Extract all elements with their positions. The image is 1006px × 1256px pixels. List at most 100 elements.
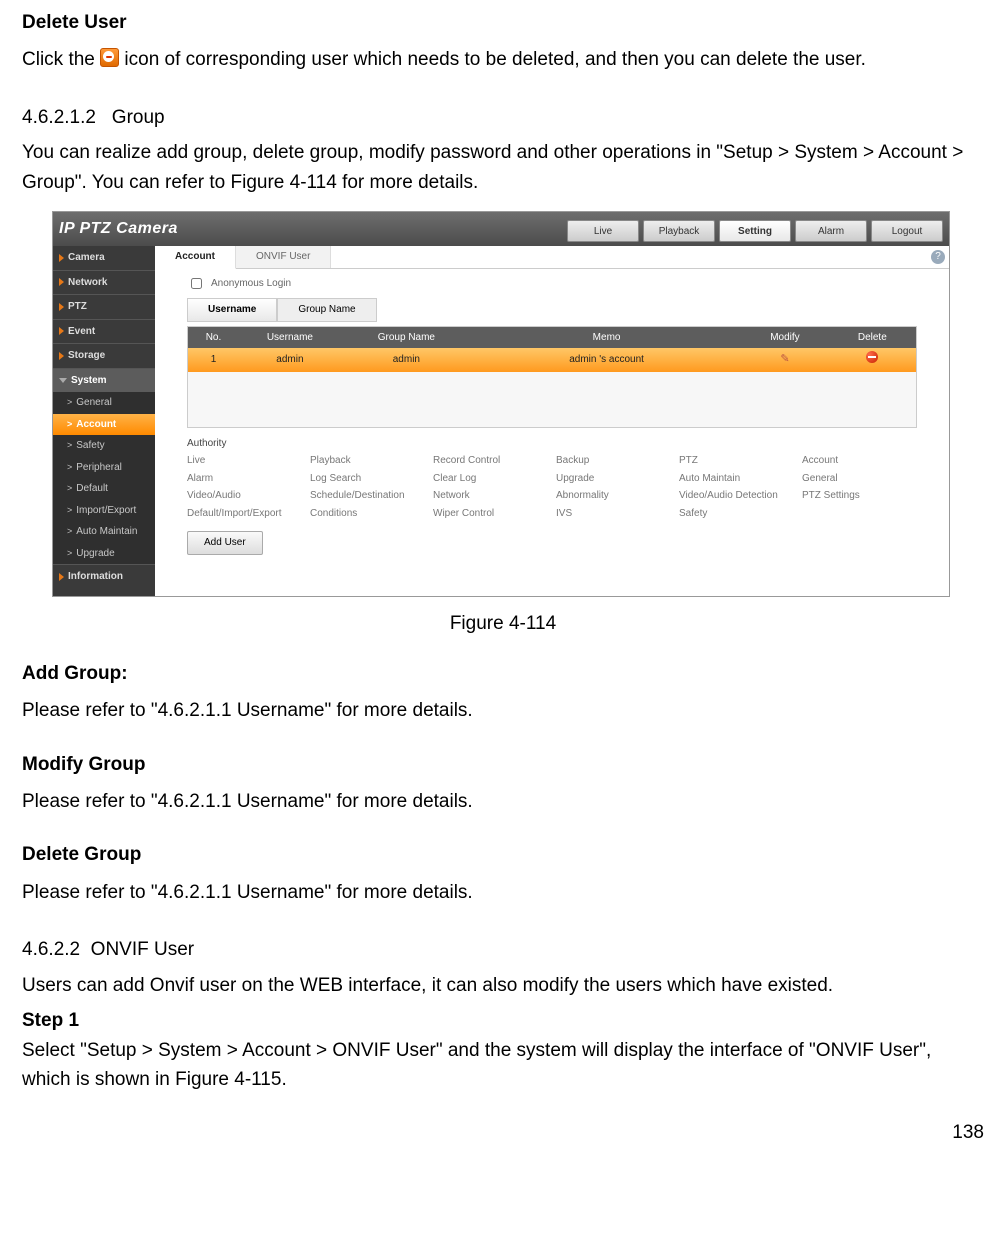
cell-username: admin — [239, 348, 341, 372]
sidebar: Camera Network PTZ Event Storage System … — [53, 246, 155, 596]
chevron-icon — [67, 481, 72, 497]
heading-group-title: Group — [112, 107, 165, 128]
sidebar-sub-general[interactable]: General — [53, 392, 155, 414]
add-user-button[interactable]: Add User — [187, 531, 263, 555]
para-add-group: Please refer to "4.6.2.1.1 Username" for… — [22, 696, 984, 725]
sidebar-label-event: Event — [68, 324, 95, 340]
tab-onvif-user[interactable]: ONVIF User — [236, 246, 331, 268]
account-subtabs: Username Group Name — [187, 298, 949, 322]
auth-item: Playback — [310, 453, 425, 469]
col-modify: Modify — [741, 327, 828, 349]
chevron-right-icon — [59, 327, 64, 335]
heading-group-num: 4.6.2.1.2 — [22, 107, 96, 128]
col-group: Group Name — [341, 327, 472, 349]
auth-item: Video/Audio — [187, 488, 302, 504]
chevron-icon — [67, 438, 72, 454]
heading-delete-user: Delete User — [22, 8, 984, 37]
delete-icon — [100, 48, 119, 67]
heading-onvif-num: 4.6.2.2 — [22, 939, 80, 960]
auth-item: Live — [187, 453, 302, 469]
page-number: 138 — [22, 1118, 984, 1147]
chevron-right-icon — [59, 278, 64, 286]
delete-icon[interactable] — [866, 351, 878, 363]
sidebar-sub-import-export[interactable]: Import/Export — [53, 500, 155, 522]
cell-memo: admin 's account — [472, 348, 741, 372]
sidebar-label-ptz: PTZ — [68, 299, 87, 315]
heading-onvif: 4.6.2.2 ONVIF User — [22, 935, 984, 964]
sidebar-item-information[interactable]: Information — [53, 564, 155, 589]
auth-item: Log Search — [310, 471, 425, 487]
sidebar-sub-label: Import/Export — [76, 503, 136, 519]
sidebar-sub-safety[interactable]: Safety — [53, 435, 155, 457]
para-modify-group: Please refer to "4.6.2.1.1 Username" for… — [22, 787, 984, 816]
sidebar-sub-label: Account — [76, 417, 116, 433]
sidebar-item-ptz[interactable]: PTZ — [53, 294, 155, 319]
sidebar-sub-label: General — [76, 395, 112, 411]
auth-item: Record Control — [433, 453, 548, 469]
top-nav: Live Playback Setting Alarm Logout — [563, 220, 943, 242]
sidebar-item-storage[interactable]: Storage — [53, 343, 155, 368]
auth-item: Schedule/Destination — [310, 488, 425, 504]
nav-alarm[interactable]: Alarm — [795, 220, 867, 242]
figure-caption: Figure 4-114 — [22, 609, 984, 638]
sidebar-item-network[interactable]: Network — [53, 270, 155, 295]
app-titlebar: IP PTZ Camera Live Playback Setting Alar… — [53, 212, 949, 246]
subtab-username[interactable]: Username — [187, 298, 277, 322]
authority-grid: Live Playback Record Control Backup PTZ … — [187, 453, 917, 521]
auth-item: PTZ — [679, 453, 794, 469]
sidebar-sub-label: Default — [76, 481, 108, 497]
brand-label: IP PTZ Camera — [59, 217, 178, 242]
heading-modify-group: Modify Group — [22, 750, 984, 779]
col-delete: Delete — [829, 327, 916, 349]
subtab-group-name[interactable]: Group Name — [277, 298, 376, 322]
auth-item: Upgrade — [556, 471, 671, 487]
para-group: You can realize add group, delete group,… — [22, 138, 984, 197]
auth-item: Alarm — [187, 471, 302, 487]
anonymous-login-label: Anonymous Login — [211, 276, 291, 292]
chevron-down-icon — [59, 378, 67, 383]
cell-modify[interactable]: ✎ — [741, 348, 828, 372]
anonymous-login-row: Anonymous Login — [155, 269, 949, 298]
table-row[interactable]: 1 admin admin admin 's account ✎ — [188, 348, 916, 372]
cell-delete[interactable] — [829, 348, 916, 372]
chevron-right-icon — [59, 573, 64, 581]
sidebar-sub-account[interactable]: Account — [53, 414, 155, 436]
chevron-icon — [67, 546, 72, 562]
auth-item: General — [802, 471, 917, 487]
sidebar-item-system[interactable]: System — [53, 368, 155, 393]
sidebar-sub-label: Auto Maintain — [76, 524, 137, 540]
auth-item: IVS — [556, 506, 671, 522]
chevron-icon — [67, 395, 72, 411]
nav-setting[interactable]: Setting — [719, 220, 791, 242]
anonymous-login-checkbox[interactable] — [191, 278, 202, 289]
para-delete-user: Click the icon of corresponding user whi… — [22, 45, 984, 74]
nav-logout[interactable]: Logout — [871, 220, 943, 242]
nav-playback[interactable]: Playback — [643, 220, 715, 242]
sidebar-sub-label: Peripheral — [76, 460, 122, 476]
sidebar-sub-peripheral[interactable]: Peripheral — [53, 457, 155, 479]
auth-item: Network — [433, 488, 548, 504]
auth-item — [802, 506, 917, 522]
sidebar-sub-upgrade[interactable]: Upgrade — [53, 543, 155, 565]
screenshot-figure: IP PTZ Camera Live Playback Setting Alar… — [52, 211, 950, 597]
heading-step1: Step 1 — [22, 1006, 984, 1035]
sidebar-label-storage: Storage — [68, 348, 105, 364]
auth-item: Clear Log — [433, 471, 548, 487]
sidebar-item-camera[interactable]: Camera — [53, 246, 155, 270]
sidebar-item-event[interactable]: Event — [53, 319, 155, 344]
table-header-row: No. Username Group Name Memo Modify Dele… — [188, 327, 916, 349]
auth-item: Wiper Control — [433, 506, 548, 522]
sidebar-sub-auto-maintain[interactable]: Auto Maintain — [53, 521, 155, 543]
sidebar-sub-default[interactable]: Default — [53, 478, 155, 500]
col-no: No. — [188, 327, 239, 349]
chevron-icon — [67, 417, 72, 433]
modify-icon[interactable]: ✎ — [780, 353, 789, 365]
sidebar-label-network: Network — [68, 275, 107, 291]
text-delete-user-a: Click the — [22, 49, 100, 70]
auth-item: Abnormality — [556, 488, 671, 504]
nav-live[interactable]: Live — [567, 220, 639, 242]
heading-group: 4.6.2.1.2 Group — [22, 103, 984, 132]
tab-account[interactable]: Account — [155, 246, 236, 269]
user-table-wrap: No. Username Group Name Memo Modify Dele… — [187, 326, 917, 428]
text-delete-user-b: icon of corresponding user which needs t… — [124, 49, 866, 70]
